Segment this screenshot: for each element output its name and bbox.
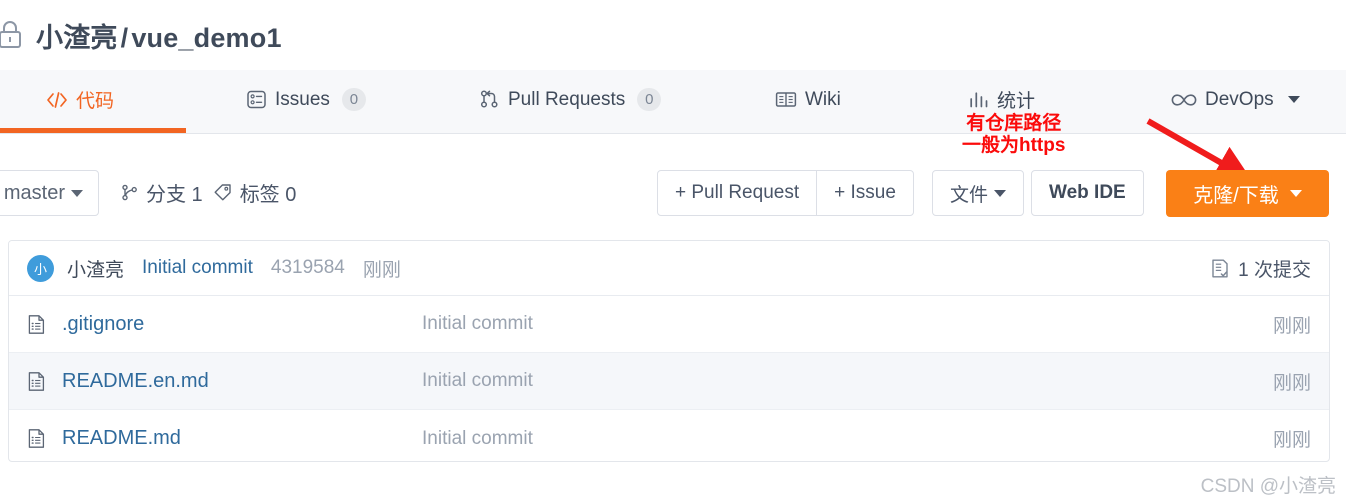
file-commit-message: Initial commit: [422, 427, 533, 449]
page-title: 小渣亮 / vue_demo1: [36, 16, 282, 55]
branches-label: 分支 1: [146, 184, 203, 206]
title-separator: /: [120, 22, 129, 53]
bar-chart-icon: [968, 90, 989, 109]
clone-download-button[interactable]: 克隆/下载: [1166, 170, 1329, 217]
commit-hash[interactable]: 4319584: [271, 257, 345, 279]
infinity-icon: [1171, 92, 1197, 108]
tab-wiki[interactable]: Wiki: [775, 70, 841, 133]
file-time: 刚刚: [1272, 372, 1311, 394]
table-row[interactable]: README.en.md Initial commit 刚刚: [9, 353, 1329, 410]
tab-code-label: 代码: [76, 91, 115, 112]
file-commit-message: Initial commit: [422, 370, 533, 391]
repo-nav: 代码 Issues 0 Pull Requests 0 Wiki 统计 DevO…: [0, 70, 1346, 134]
repository-page: 小渣亮 / vue_demo1 代码 Issues 0 Pull Request…: [0, 0, 1346, 502]
avatar[interactable]: 小: [27, 254, 54, 282]
tag-icon: [213, 183, 233, 202]
tags-label: 标签 0: [239, 184, 297, 206]
commit-message[interactable]: Initial commit: [142, 257, 253, 279]
tab-devops-label: DevOps: [1205, 88, 1274, 110]
web-ide-button[interactable]: Web IDE: [1031, 170, 1144, 216]
repo-name[interactable]: vue_demo1: [131, 23, 281, 53]
lock-icon: [0, 18, 28, 52]
commit-history-icon: [1210, 258, 1230, 279]
file-menu-button[interactable]: 文件: [932, 170, 1025, 216]
file-time: 刚刚: [1272, 315, 1311, 337]
tab-wiki-label: Wiki: [805, 88, 841, 110]
tab-code[interactable]: 代码: [46, 70, 114, 133]
chevron-down-icon: [994, 189, 1007, 197]
chevron-down-icon: [1287, 96, 1300, 103]
file-icon: [27, 314, 49, 335]
file-commit-message: Initial commit: [422, 313, 533, 334]
tab-pull-requests[interactable]: Pull Requests 0: [479, 70, 662, 133]
chevron-down-icon: [1289, 190, 1302, 197]
table-row[interactable]: README.md Initial commit 刚刚: [9, 410, 1329, 461]
issues-count-badge: 0: [341, 88, 366, 111]
new-pull-request-button[interactable]: + Pull Request: [657, 170, 818, 216]
commit-time: 刚刚: [362, 259, 401, 281]
commit-count-label: 1 次提交: [1238, 259, 1311, 281]
file-name[interactable]: .gitignore: [62, 313, 422, 336]
new-issue-button[interactable]: + Issue: [816, 170, 914, 216]
latest-commit-bar: 小 小渣亮 Initial commit 4319584 刚刚 1 次提交: [9, 241, 1329, 296]
tab-statistics[interactable]: 统计: [968, 70, 1035, 133]
tab-pull-requests-label: Pull Requests: [508, 88, 626, 110]
tab-issues[interactable]: Issues 0: [246, 70, 366, 133]
file-time: 刚刚: [1272, 430, 1311, 451]
branch-icon: [120, 183, 139, 202]
file-name[interactable]: README.md: [62, 427, 422, 450]
table-row[interactable]: .gitignore Initial commit 刚刚: [9, 296, 1329, 353]
file-icon: [27, 371, 49, 392]
branch-select[interactable]: master: [0, 170, 99, 216]
tab-devops[interactable]: DevOps: [1171, 70, 1300, 133]
repo-meta-links: 分支 1 标签 0: [120, 178, 296, 207]
file-browser-panel: 小 小渣亮 Initial commit 4319584 刚刚 1 次提交 .g…: [8, 240, 1330, 462]
clone-download-label: 克隆/下载: [1193, 185, 1279, 207]
create-button-group: + Pull Request + Issue: [657, 170, 914, 216]
repo-owner[interactable]: 小渣亮: [36, 23, 118, 53]
pull-request-icon: [479, 89, 500, 110]
file-menu-label: 文件: [950, 184, 989, 206]
issues-icon: [246, 89, 267, 110]
branches-link[interactable]: 分支 1: [120, 178, 203, 207]
tab-issues-label: Issues: [275, 88, 330, 110]
tab-statistics-label: 统计: [997, 91, 1036, 112]
pull-requests-count-badge: 0: [637, 88, 662, 111]
branch-select-label: master: [3, 181, 65, 204]
commit-author[interactable]: 小渣亮: [67, 255, 124, 282]
book-icon: [775, 90, 797, 109]
code-icon: [46, 90, 68, 110]
file-name[interactable]: README.en.md: [62, 370, 422, 393]
file-icon: [27, 428, 49, 449]
repo-header: 小渣亮 / vue_demo1: [0, 0, 1346, 70]
chevron-down-icon: [71, 189, 83, 197]
commit-count-link[interactable]: 1 次提交: [1210, 255, 1311, 282]
active-tab-indicator: [0, 128, 186, 133]
watermark: CSDN @小渣亮: [1200, 476, 1336, 497]
tags-link[interactable]: 标签 0: [213, 178, 297, 207]
